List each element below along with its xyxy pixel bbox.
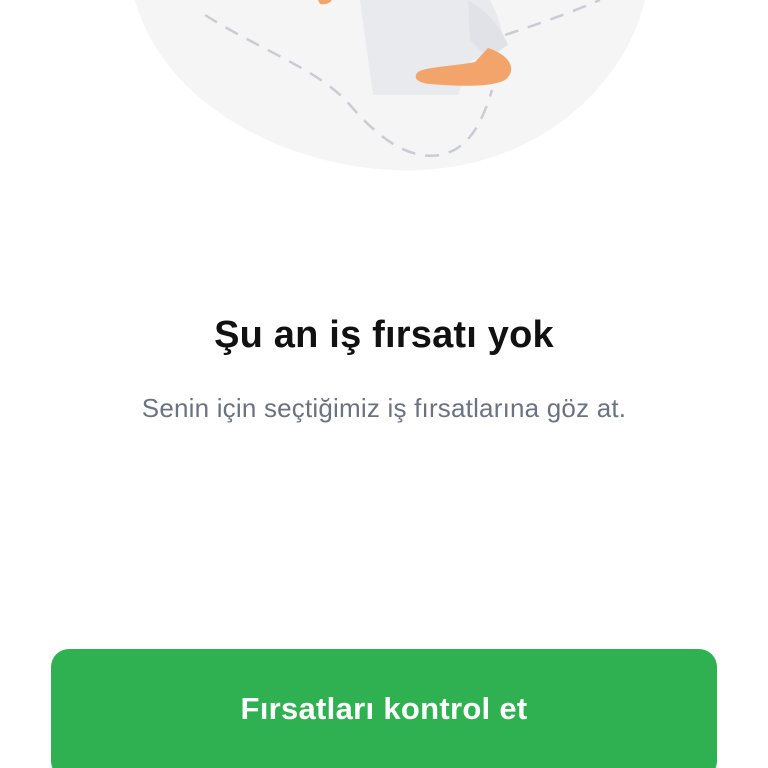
empty-state-illustration	[0, 0, 768, 200]
empty-state-title: Şu an iş fırsatı yok	[214, 314, 554, 356]
empty-state-subtitle: Senin için seçtiğimiz iş fırsatlarına gö…	[141, 393, 627, 423]
check-opportunities-button-label: Fırsatları kontrol et	[240, 691, 528, 726]
check-opportunities-button[interactable]: Fırsatları kontrol et	[51, 649, 717, 768]
person-illustration-icon	[135, 0, 645, 171]
